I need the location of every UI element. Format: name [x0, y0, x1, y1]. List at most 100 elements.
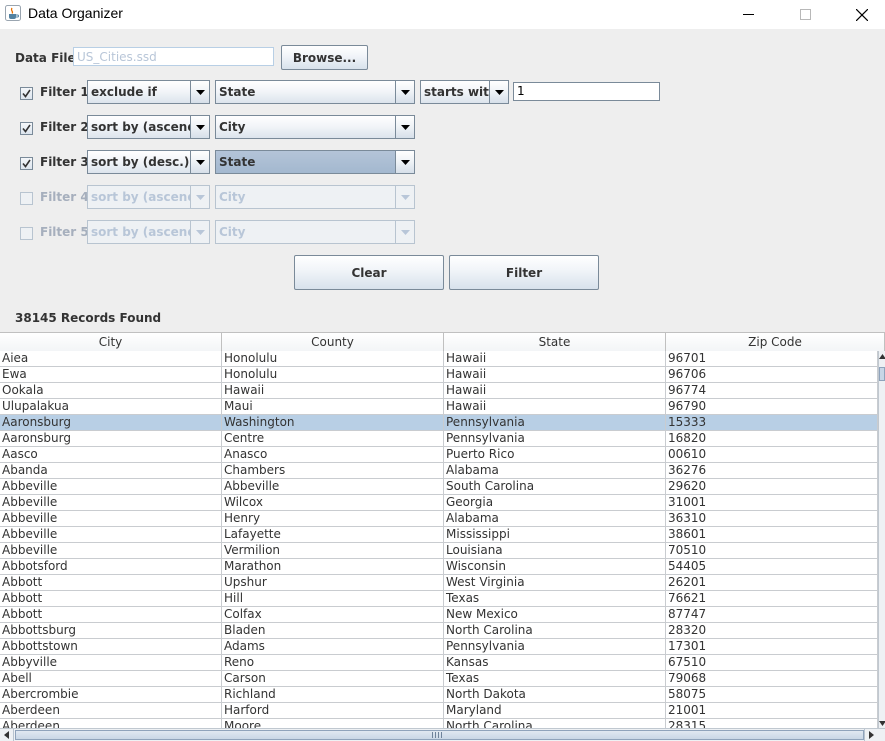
table-row[interactable]: Abbeville Lafayette Mississippi 38601	[0, 527, 878, 543]
table-row[interactable]: Abanda Chambers Alabama 36276	[0, 463, 878, 479]
vertical-scroll-thumb[interactable]	[879, 367, 885, 381]
table-cell: 54405	[666, 559, 878, 574]
table-cell: Ewa	[0, 367, 222, 382]
table-row[interactable]: Ulupalakua Maui Hawaii 96790	[0, 399, 878, 415]
table-cell: 17301	[666, 639, 878, 654]
records-found-label: 38145 Records Found	[15, 311, 162, 325]
chevron-down-icon[interactable]	[190, 151, 209, 173]
vertical-scrollbar[interactable]	[878, 351, 885, 728]
column-header-county[interactable]: County	[222, 333, 444, 351]
minimize-icon	[742, 14, 754, 15]
table-cell: 58075	[666, 687, 878, 702]
browse-button[interactable]: Browse...	[281, 45, 368, 70]
table-cell: Carson	[222, 671, 444, 686]
filter4-mode-combo-value: sort by (ascend.)	[91, 190, 206, 204]
table-row[interactable]: Ewa Honolulu Hawaii 96706	[0, 367, 878, 383]
scroll-right-icon[interactable]	[864, 729, 878, 741]
filter1-checkbox[interactable]	[20, 87, 33, 100]
filter3-checkbox[interactable]	[20, 157, 33, 170]
table-cell: 96790	[666, 399, 878, 414]
title-bar: Data Organizer	[0, 0, 885, 29]
chevron-down-icon[interactable]	[190, 116, 209, 138]
table-cell: Hawaii	[444, 399, 666, 414]
table-row[interactable]: Abbeville Abbeville South Carolina 29620	[0, 479, 878, 495]
filter5-checkbox[interactable]	[20, 227, 33, 240]
scroll-up-icon[interactable]	[879, 351, 885, 361]
table-cell: Honolulu	[222, 351, 444, 366]
chevron-down-icon[interactable]	[395, 81, 414, 103]
table-row[interactable]: Abbyville Reno Kansas 67510	[0, 655, 878, 671]
filter1-field-combo[interactable]: State	[215, 80, 415, 104]
horizontal-scrollbar[interactable]	[0, 728, 885, 741]
filter2-mode-combo[interactable]: sort by (ascend.)	[87, 115, 210, 139]
results-table[interactable]: City County State Zip Code Aiea Honolulu Hawa…	[0, 332, 885, 741]
chevron-down-icon[interactable]	[489, 81, 508, 103]
chevron-down-icon[interactable]	[190, 81, 209, 103]
table-row[interactable]: Aberdeen Harford Maryland 21001	[0, 703, 878, 719]
table-row[interactable]: Abbottsburg Bladen North Carolina 28320	[0, 623, 878, 639]
chevron-down-icon[interactable]	[395, 151, 414, 173]
table-row[interactable]: Ookala Hawaii Hawaii 96774	[0, 383, 878, 399]
table-cell: Honolulu	[222, 367, 444, 382]
column-header-state[interactable]: State	[444, 333, 666, 351]
table-row[interactable]: Aberdeen Moore North Carolina 28315	[0, 719, 878, 728]
table-cell: 28315	[666, 719, 878, 728]
filter3-mode-combo[interactable]: sort by (desc.)	[87, 150, 210, 174]
table-row[interactable]: Aasco Anasco Puerto Rico 00610	[0, 447, 878, 463]
table-row[interactable]: Abell Carson Texas 79068	[0, 671, 878, 687]
close-icon	[856, 8, 868, 21]
filter1-mode-combo[interactable]: exclude if	[87, 80, 210, 104]
filter2-field-combo[interactable]: City	[215, 115, 415, 139]
clear-button[interactable]: Clear	[294, 255, 444, 290]
table-row[interactable]: Abbott Upshur West Virginia 26201	[0, 575, 878, 591]
close-button[interactable]	[839, 0, 885, 29]
filter2-checkbox[interactable]	[20, 122, 33, 135]
filter4-checkbox[interactable]	[20, 192, 33, 205]
scroll-left-icon[interactable]	[0, 729, 14, 741]
table-cell: Abbott	[0, 607, 222, 622]
filter3-field-combo[interactable]: State	[215, 150, 415, 174]
column-header-zip-code[interactable]: Zip Code	[666, 333, 885, 351]
column-header-city[interactable]: City	[0, 333, 222, 351]
minimize-button[interactable]	[725, 0, 771, 29]
table-cell: Abbottstown	[0, 639, 222, 654]
table-row[interactable]: Abbott Colfax New Mexico 87747	[0, 607, 878, 623]
scroll-down-icon[interactable]	[879, 718, 885, 728]
table-row[interactable]: Aaronsburg Centre Pennsylvania 16820	[0, 431, 878, 447]
table-row[interactable]: Abbott Hill Texas 76621	[0, 591, 878, 607]
filter1-operator-value: starts with	[424, 85, 498, 99]
table-row[interactable]: Abbeville Vermilion Louisiana 70510	[0, 543, 878, 559]
table-cell: Upshur	[222, 575, 444, 590]
table-cell: Colfax	[222, 607, 444, 622]
table-cell: Reno	[222, 655, 444, 670]
table-cell: Lafayette	[222, 527, 444, 542]
filter4-field-combo-value: City	[219, 190, 246, 204]
table-row[interactable]: Abbeville Henry Alabama 36310	[0, 511, 878, 527]
table-cell: Henry	[222, 511, 444, 526]
table-cell: Puerto Rico	[444, 447, 666, 462]
maximize-button[interactable]	[782, 0, 828, 29]
table-body[interactable]: Aiea Honolulu Hawaii 96701 Ewa Honolulu Hawaii…	[0, 351, 878, 728]
table-row[interactable]: Abbottstown Adams Pennsylvania 17301	[0, 639, 878, 655]
table-cell: 79068	[666, 671, 878, 686]
table-cell: Marathon	[222, 559, 444, 574]
table-cell: 38601	[666, 527, 878, 542]
filter1-operator-combo[interactable]: starts with	[420, 80, 509, 104]
table-row[interactable]: Aiea Honolulu Hawaii 96701	[0, 351, 878, 367]
horizontal-scroll-thumb[interactable]	[15, 730, 864, 740]
filter-button[interactable]: Filter	[449, 255, 599, 290]
filter1-value-input[interactable]: 1	[513, 82, 660, 101]
table-cell: Chambers	[222, 463, 444, 478]
chevron-down-icon[interactable]	[395, 116, 414, 138]
table-cell: Hill	[222, 591, 444, 606]
data-file-field[interactable]: US_Cities.ssd	[73, 47, 274, 66]
table-cell: 76621	[666, 591, 878, 606]
table-row[interactable]: Aaronsburg Washington Pennsylvania 15333	[0, 415, 878, 431]
table-cell: Harford	[222, 703, 444, 718]
grip-icon	[432, 732, 442, 738]
table-cell: Washington	[222, 415, 444, 430]
table-row[interactable]: Abbotsford Marathon Wisconsin 54405	[0, 559, 878, 575]
table-row[interactable]: Abercrombie Richland North Dakota 58075	[0, 687, 878, 703]
filter2-label: Filter 2:	[40, 120, 94, 134]
table-row[interactable]: Abbeville Wilcox Georgia 31001	[0, 495, 878, 511]
